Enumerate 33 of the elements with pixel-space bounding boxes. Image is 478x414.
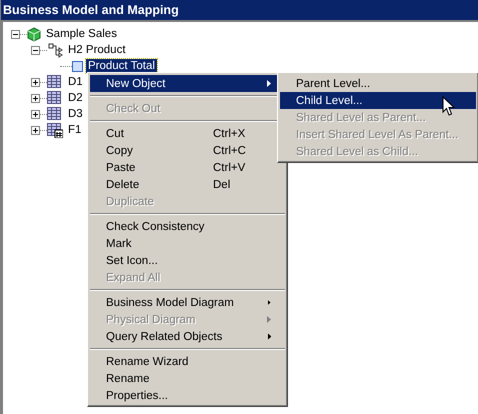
menu-item[interactable]: Rename <box>90 370 285 387</box>
menu-item[interactable]: Query Related Objects <box>90 328 285 345</box>
tree-item[interactable]: H2 Product <box>66 43 128 57</box>
menu-item[interactable]: Set Icon... <box>90 252 285 269</box>
expand-icon[interactable] <box>31 94 40 102</box>
panel-title: Business Model and Mapping <box>1 0 478 20</box>
table-icon <box>47 90 63 106</box>
mouse-pointer-icon <box>442 96 455 117</box>
tree-item[interactable]: D1 <box>66 75 85 89</box>
menu-item[interactable]: Properties... <box>90 387 285 404</box>
menu-item[interactable]: Paste Ctrl+V <box>90 159 285 176</box>
expand-icon[interactable] <box>31 110 40 118</box>
table-icon <box>47 74 63 90</box>
hierarchy-icon <box>47 42 63 58</box>
menu-item[interactable]: Child Level... <box>280 92 476 109</box>
menu-item[interactable]: Rename Wizard <box>90 353 285 370</box>
menu-item[interactable]: Business Model Diagram <box>90 294 285 311</box>
expand-icon[interactable] <box>31 78 40 86</box>
tree-item[interactable]: D2 <box>66 91 85 105</box>
fact-table-icon <box>47 122 63 138</box>
cube-icon <box>27 26 41 42</box>
tree-item[interactable]: Sample Sales <box>44 27 119 41</box>
level-icon <box>72 60 83 72</box>
collapse-icon[interactable] <box>11 30 20 38</box>
tree-item[interactable]: Product Total <box>86 59 157 73</box>
collapse-icon[interactable] <box>31 46 40 54</box>
menu-item[interactable]: Delete Del <box>90 176 285 193</box>
table-icon <box>47 106 63 122</box>
expand-icon[interactable] <box>31 126 40 134</box>
tree-item[interactable]: F1 <box>66 123 84 137</box>
menu-item[interactable]: Check Consistency <box>90 218 285 235</box>
menu-item[interactable]: Mark <box>90 235 285 252</box>
tree-item[interactable]: D3 <box>66 107 85 121</box>
